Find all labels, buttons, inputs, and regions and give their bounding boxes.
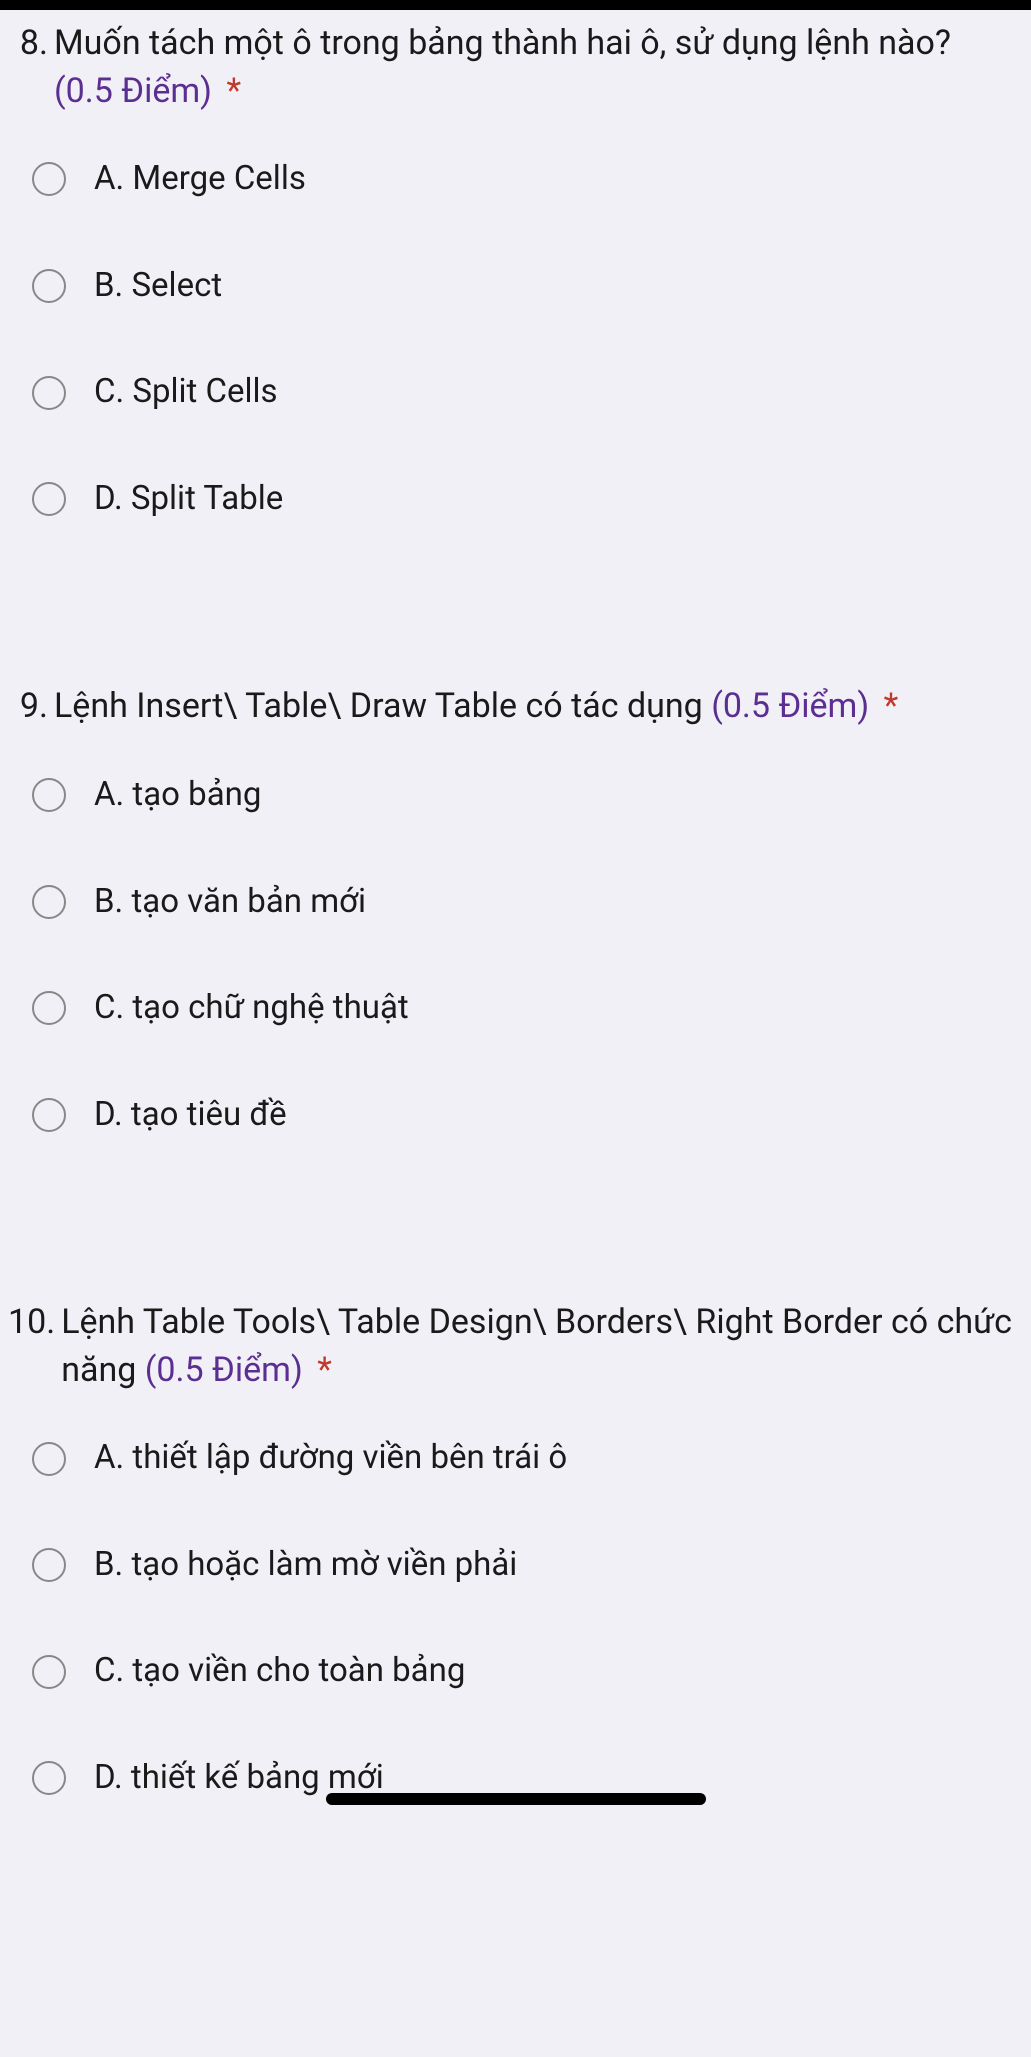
question-number: 10. — [8, 1299, 61, 1347]
option-label: B. tạo văn bản mới — [94, 880, 366, 925]
option-d[interactable]: D. Split Table — [32, 477, 1023, 522]
option-c[interactable]: C. tạo chữ nghệ thuật — [32, 986, 1023, 1031]
radio-icon[interactable] — [32, 778, 66, 812]
question-points: (0.5 Điểm) — [54, 71, 212, 111]
option-b[interactable]: B. tạo hoặc làm mờ viền phải — [32, 1543, 1023, 1588]
option-label: D. tạo tiêu đề — [94, 1093, 287, 1138]
radio-icon[interactable] — [32, 482, 66, 516]
options-list: A. Merge Cells B. Select C. Split Cells … — [8, 157, 1023, 521]
required-marker: * — [226, 71, 241, 111]
question-number: 9. — [8, 683, 54, 731]
radio-icon[interactable] — [32, 1761, 66, 1795]
option-a[interactable]: A. Merge Cells — [32, 157, 1023, 202]
question-text: Lệnh Insert\ Table\ Draw Table có tác dụ… — [54, 683, 1023, 731]
option-d[interactable]: D. tạo tiêu đề — [32, 1093, 1023, 1138]
top-black-bar — [0, 0, 1031, 10]
options-list: A. tạo bảng B. tạo văn bản mới C. tạo ch… — [8, 773, 1023, 1137]
radio-icon[interactable] — [32, 1655, 66, 1689]
required-marker: * — [317, 1350, 332, 1390]
option-b[interactable]: B. Select — [32, 264, 1023, 309]
radio-icon[interactable] — [32, 376, 66, 410]
required-marker: * — [884, 686, 899, 726]
option-label: B. tạo hoặc làm mờ viền phải — [94, 1543, 517, 1588]
question-prompt: Lệnh Insert\ Table\ Draw Table có tác dụ… — [54, 686, 703, 726]
option-label: A. tạo bảng — [94, 773, 261, 818]
question-text: Lệnh Table Tools\ Table Design\ Borders\… — [61, 1299, 1023, 1394]
option-b[interactable]: B. tạo văn bản mới — [32, 880, 1023, 925]
radio-icon[interactable] — [32, 885, 66, 919]
option-label: C. tạo viền cho toàn bảng — [94, 1649, 465, 1694]
radio-icon[interactable] — [32, 991, 66, 1025]
option-label: A. thiết lập đường viền bên trái ô — [94, 1436, 567, 1481]
question-text: Muốn tách một ô trong bảng thành hai ô, … — [54, 20, 1023, 115]
radio-icon[interactable] — [32, 1098, 66, 1132]
option-c[interactable]: C. Split Cells — [32, 370, 1023, 415]
option-label: B. Select — [94, 264, 222, 309]
radio-icon[interactable] — [32, 162, 66, 196]
question-8: 8. Muốn tách một ô trong bảng thành hai … — [0, 10, 1031, 673]
radio-icon[interactable] — [32, 269, 66, 303]
option-label: D. Split Table — [94, 477, 283, 522]
option-label: C. tạo chữ nghệ thuật — [94, 986, 409, 1031]
radio-icon[interactable] — [32, 1548, 66, 1582]
question-number: 8. — [8, 20, 54, 68]
option-a[interactable]: A. thiết lập đường viền bên trái ô — [32, 1436, 1023, 1481]
question-points: (0.5 Điểm) — [145, 1350, 303, 1390]
question-9: 9. Lệnh Insert\ Table\ Draw Table có tác… — [0, 673, 1031, 1289]
question-10: 10. Lệnh Table Tools\ Table Design\ Bord… — [0, 1289, 1031, 1810]
option-label: C. Split Cells — [94, 370, 278, 415]
question-points: (0.5 Điểm) — [711, 686, 869, 726]
option-c[interactable]: C. tạo viền cho toàn bảng — [32, 1649, 1023, 1694]
options-list: A. thiết lập đường viền bên trái ô B. tạ… — [8, 1436, 1023, 1800]
radio-icon[interactable] — [32, 1442, 66, 1476]
question-prompt: Muốn tách một ô trong bảng thành hai ô, … — [54, 23, 951, 63]
option-label: A. Merge Cells — [94, 157, 306, 202]
option-a[interactable]: A. tạo bảng — [32, 773, 1023, 818]
